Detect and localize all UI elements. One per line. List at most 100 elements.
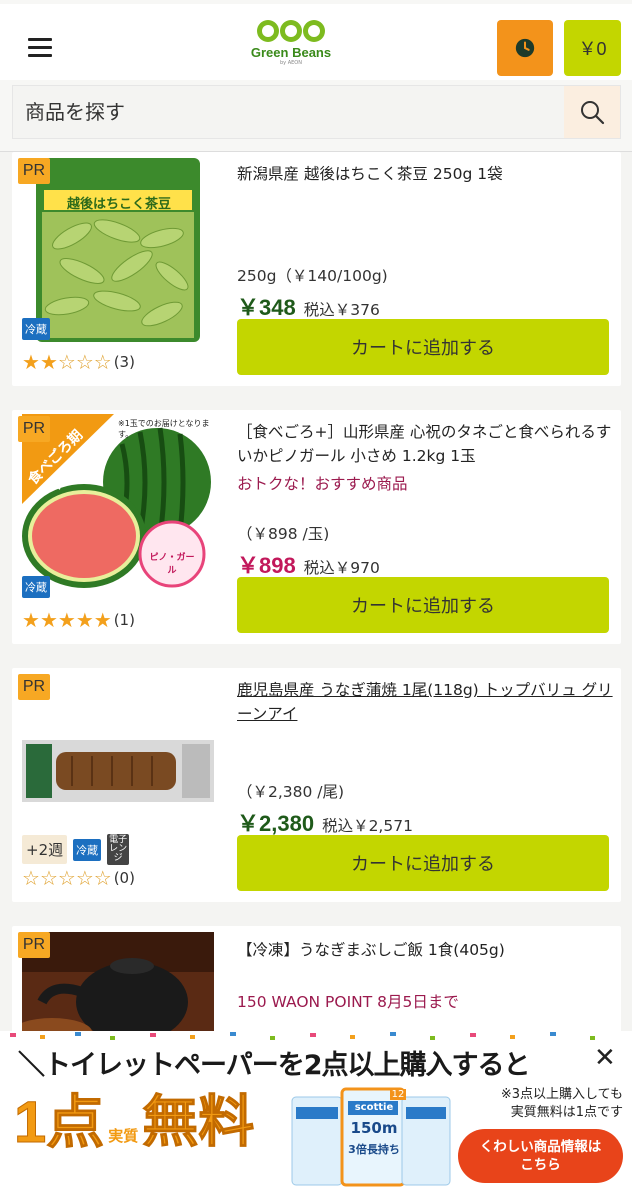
product-pack: 12 (390, 1089, 406, 1100)
review-count: (3) (113, 353, 135, 371)
review-count: (0) (113, 869, 135, 887)
product-badges: +2週 冷蔵 電子レンジ (22, 834, 130, 865)
promo-banner[interactable]: ＼トイレットペーパーを2点以上購入すると ✕ 1点 実質 無料 scottie … (0, 1031, 632, 1199)
unit-price: （￥898 /玉) (237, 525, 330, 543)
star-icon: ☆ (93, 866, 112, 890)
close-icon[interactable]: ✕ (594, 1043, 616, 1073)
product-card: PR +2週 冷蔵 電子レンジ ☆ ☆ ☆ ☆ ☆ (0) 鹿児島県産 うなぎ蒲… (12, 668, 621, 902)
pr-badge: PR (18, 158, 50, 184)
product-title[interactable]: ［食べごろ+］山形県産 心祝のタネごと食べられるすいかピノガール 小さめ 1.2… (237, 420, 615, 468)
price: ￥898 (237, 553, 296, 578)
product-image[interactable] (22, 932, 214, 1042)
refrigerated-badge: 冷蔵 (22, 318, 50, 340)
add-to-cart-button[interactable]: カートに追加する (237, 835, 609, 891)
logo-text: Green Beans (250, 45, 332, 60)
banner-offer: 1点 実質 無料 (13, 1090, 255, 1155)
banner-one-item: 1点 (13, 1090, 105, 1155)
search-icon (581, 101, 605, 125)
star-icon: ★ (22, 350, 40, 374)
review-count: (1) (113, 611, 135, 629)
star-icon: ☆ (75, 350, 94, 374)
star-icon: ☆ (57, 866, 76, 890)
banner-note-line: ※3点以上購入しても (500, 1087, 623, 1102)
pr-badge: PR (18, 674, 50, 700)
product-card: PR ※1玉でのお届けとなります。 食べごろ期間保証 ピノ・ガール 冷蔵 ★ ★… (12, 410, 621, 644)
star-icon: ★ (57, 608, 76, 632)
product-image-sticker: ピノ・ガール (149, 553, 195, 576)
logo-beans-icon (246, 20, 336, 42)
price-tax-included: 税込￥970 (303, 559, 380, 577)
cart-button[interactable]: ￥0 (564, 20, 621, 76)
product-image[interactable] (22, 738, 214, 804)
clock-icon (515, 38, 535, 58)
search-input[interactable] (13, 86, 565, 138)
app-header: Green Beans by AEON ￥0 (0, 0, 632, 152)
product-badges: 冷蔵 (22, 318, 50, 340)
pr-badge: PR (18, 416, 50, 442)
star-icon: ☆ (93, 350, 112, 374)
star-icon: ★ (39, 350, 58, 374)
top-bar: Green Beans by AEON ￥0 (0, 4, 632, 80)
edamame-image (36, 158, 200, 342)
microwave-badge: 電子レンジ (107, 834, 130, 865)
refrigerated-badge: 冷蔵 (73, 838, 102, 861)
promo-label: おトクな！おすすめ商品 (237, 475, 408, 493)
rating-stars[interactable]: ☆ ☆ ☆ ☆ ☆ (0) (22, 866, 135, 890)
star-icon: ★ (39, 608, 58, 632)
hitsumabushi-image (22, 932, 214, 1042)
price-row: ￥2,380 税込￥2,571 (237, 806, 413, 838)
product-image[interactable]: 越後はちこく茶豆 (22, 156, 214, 344)
product-title[interactable]: 【冷凍】うなぎまぶしご飯 1食(405g) (237, 938, 615, 962)
star-icon: ☆ (22, 866, 40, 890)
refrigerated-badge: 冷蔵 (22, 576, 50, 598)
unit-price: 250g（￥140/100g) (237, 267, 388, 285)
price-tax-included: 税込￥376 (303, 301, 380, 319)
confetti-decoration (10, 1032, 595, 1040)
order-history-button[interactable] (497, 20, 553, 76)
star-icon: ☆ (57, 350, 76, 374)
product-title[interactable]: 新潟県産 越後はちこく茶豆 250g 1袋 (237, 162, 615, 186)
star-icon: ☆ (39, 866, 58, 890)
product-badges: 冷蔵 (22, 576, 50, 598)
product-card: PR 【冷凍】うなぎまぶしご飯 1食(405g) 150 WAON POINT … (12, 926, 621, 1046)
product-title[interactable]: 鹿児島県産 うなぎ蒲焼 1尾(118g) トップバリュ グリーンアイ (237, 678, 615, 726)
unagi-image (22, 740, 214, 802)
search-bar (12, 85, 621, 139)
star-icon: ★ (93, 608, 112, 632)
banner-note-line: 実質無料は1点です (510, 1105, 623, 1120)
star-icon: ☆ (75, 866, 94, 890)
rating-stars[interactable]: ★ ★ ★ ★ ★ (1) (22, 608, 135, 632)
logo[interactable]: Green Beans by AEON (246, 20, 336, 72)
product-image[interactable]: ※1玉でのお届けとなります。 食べごろ期間保証 ピノ・ガール (22, 414, 214, 602)
pr-badge: PR (18, 932, 50, 958)
price: ￥2,380 (237, 811, 315, 836)
product-length: 150m (350, 1119, 398, 1137)
price-tax-included: 税込￥2,571 (322, 817, 413, 835)
banner-note: ※3点以上購入しても 実質無料は1点です (463, 1086, 623, 1122)
price-row: ￥348 税込￥376 (237, 290, 380, 322)
freshness-weeks-badge: +2週 (22, 835, 68, 864)
banner-effectively: 実質 (108, 1127, 139, 1145)
star-icon: ★ (75, 608, 94, 632)
search-button[interactable] (564, 86, 620, 138)
rating-stars[interactable]: ★ ★ ☆ ☆ ☆ (3) (22, 350, 135, 374)
product-details-button[interactable]: くわしい商品情報は こちら (458, 1129, 623, 1183)
add-to-cart-button[interactable]: カートに追加する (237, 577, 609, 633)
banner-free: 無料 (142, 1090, 255, 1155)
banner-headline: ＼トイレットペーパーを2点以上購入すると (18, 1050, 531, 1081)
promo-label: 150 WAON POINT 8月5日まで (237, 993, 459, 1011)
details-button-line: くわしい商品情報は (479, 1139, 602, 1155)
product-brand: scottie (354, 1102, 394, 1113)
unit-price: （￥2,380 /尾) (237, 783, 345, 801)
menu-icon[interactable] (28, 38, 52, 58)
price-row: ￥898 税込￥970 (237, 548, 380, 580)
logo-byline: by AEON (280, 60, 302, 66)
add-to-cart-button[interactable]: カートに追加する (237, 319, 609, 375)
details-button-line: こちら (520, 1157, 561, 1173)
product-sub: 3倍長持ち (348, 1143, 400, 1156)
price: ￥348 (237, 295, 296, 320)
product-card: PR 越後はちこく茶豆 冷蔵 ★ ★ ☆ ☆ ☆ (3) 新潟県産 越後はちこく… (12, 152, 621, 386)
product-image-caption: ※1玉でのお届けとなります。 (118, 419, 210, 439)
star-icon: ★ (22, 608, 40, 632)
product-image-caption: 越後はちこく茶豆 (66, 197, 171, 212)
